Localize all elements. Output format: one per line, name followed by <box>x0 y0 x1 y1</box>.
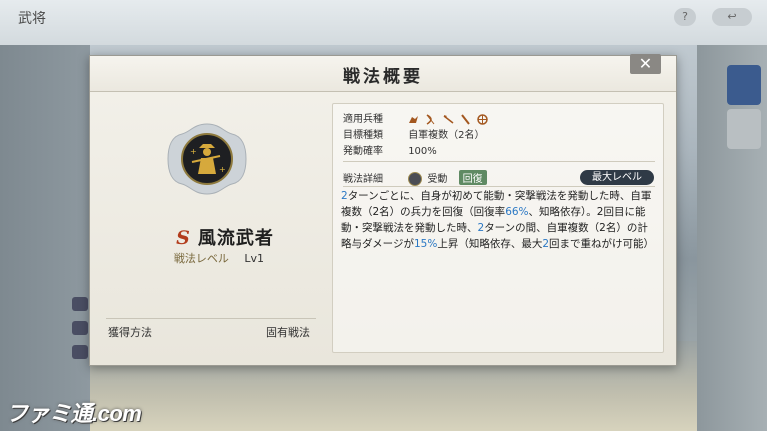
svg-text:+: + <box>190 147 197 156</box>
help-button[interactable]: ? <box>674 8 696 26</box>
unit-type-label: 適用兵種 <box>343 114 383 125</box>
unit-type-row: 適用兵種 <box>343 110 491 125</box>
skill-rank: S <box>176 227 190 249</box>
max-level-button[interactable]: 最大レベル <box>580 170 654 185</box>
desc-value: 15% <box>413 238 438 250</box>
divider <box>343 186 655 187</box>
back-button[interactable]: ↩ <box>712 8 752 26</box>
skill-level-row: 戦法レベル Lv1 <box>144 250 294 266</box>
target-label: 目標種類 <box>343 130 383 141</box>
dialog-title: 戦法概要 <box>343 67 423 87</box>
skill-name: 風流武者 <box>197 228 274 249</box>
skill-info-panel: 適用兵種 目標種類 自軍複数（2名） 発動確率 100% 戦法詳細 受動 回復 … <box>332 103 664 353</box>
background-title: 武将 <box>18 11 46 27</box>
trigger-type: 受動 <box>427 174 448 185</box>
sword-icon <box>460 113 470 125</box>
passive-type-icon <box>408 172 423 186</box>
bow-icon <box>426 113 435 125</box>
right-tab-active[interactable] <box>727 65 761 105</box>
famitsu-logo: ファミ通.com <box>6 401 142 426</box>
skill-name-row: S 風流武者 <box>150 224 300 250</box>
sidebar-chip[interactable] <box>72 297 88 311</box>
detail-row: 戦法詳細 受動 回復 <box>343 170 487 186</box>
divider <box>343 161 655 162</box>
rate-row: 発動確率 100% <box>343 142 437 157</box>
top-bar <box>0 0 767 45</box>
desc-value: 2 <box>542 238 550 250</box>
cavalry-icon <box>409 115 419 123</box>
skill-overview-dialog: 戦法概要 ✕ + + S 風流武者 戦法レベル Lv1 獲得方法 固有戦法 適用… <box>89 54 677 366</box>
spear-icon <box>443 114 454 124</box>
right-tab[interactable] <box>727 109 761 149</box>
shield-icon <box>477 113 488 125</box>
detail-label: 戦法詳細 <box>343 174 383 185</box>
samurai-emblem-icon: + + <box>167 123 247 195</box>
acquisition-value: 固有戦法 <box>266 326 310 339</box>
divider <box>106 318 316 319</box>
close-button[interactable]: ✕ <box>630 54 661 74</box>
sidebar-chip[interactable] <box>72 345 88 359</box>
skill-level-value: Lv1 <box>244 252 265 265</box>
skill-description: 2ターンごとに、自身が初めて能動・突撃戦法を発動した時、自軍複数（2名）の兵力を… <box>341 188 657 252</box>
acquisition-label: 獲得方法 <box>108 326 152 339</box>
sidebar-chip[interactable] <box>72 321 88 335</box>
target-value: 自軍複数（2名） <box>408 130 485 141</box>
rate-label: 発動確率 <box>343 146 383 157</box>
desc-text: 回まで重ねがけ可能） <box>549 238 655 250</box>
desc-value: 2 <box>341 190 348 202</box>
left-sidebar <box>0 45 90 431</box>
close-icon: ✕ <box>638 54 653 73</box>
target-row: 目標種類 自軍複数（2名） <box>343 126 485 141</box>
dialog-header: 戦法概要 <box>90 56 676 92</box>
desc-value: 66% <box>505 206 529 218</box>
skill-level-label: 戦法レベル <box>173 252 229 265</box>
right-sidebar <box>697 45 767 431</box>
desc-text: 上昇（知略依存、最大 <box>437 238 543 250</box>
svg-text:+: + <box>219 165 226 174</box>
rate-value: 100% <box>408 146 437 157</box>
heal-tag: 回復 <box>458 170 487 185</box>
